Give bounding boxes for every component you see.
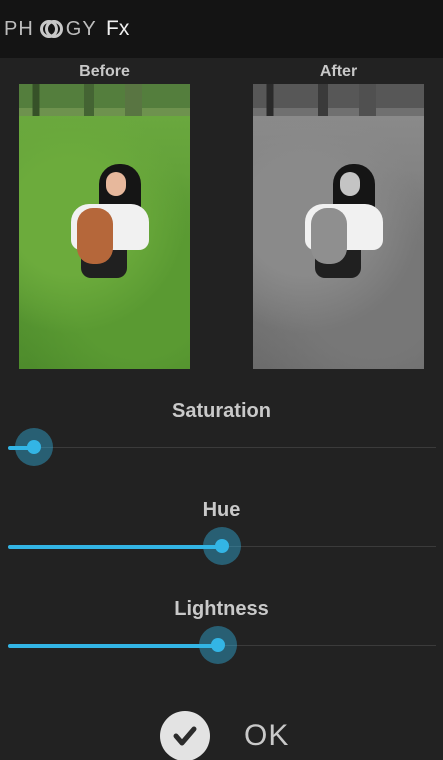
hue-thumb[interactable] <box>203 527 241 565</box>
saturation-thumb[interactable] <box>15 428 53 466</box>
lightness-label: Lightness <box>174 598 269 620</box>
hue-label: Hue <box>202 499 241 521</box>
logo-text-right: GY <box>65 17 97 40</box>
after-photo <box>253 84 424 369</box>
before-photo <box>19 84 190 369</box>
hue-fill <box>8 544 222 549</box>
check-icon[interactable] <box>160 711 210 760</box>
lightness-slider[interactable] <box>8 626 436 664</box>
before-label: Before <box>79 63 130 80</box>
ok-label[interactable]: OK <box>244 719 289 753</box>
hue-slider[interactable] <box>8 527 436 565</box>
saturation-slider[interactable] <box>8 428 436 466</box>
logo-eye-icon <box>36 20 64 38</box>
lightness-fill <box>8 643 218 648</box>
app-root: PH GY Fx Before After Saturation Hue Lig… <box>0 0 443 760</box>
screen-title: Fx <box>106 17 130 40</box>
after-label: After <box>319 63 358 80</box>
lightness-thumb[interactable] <box>199 626 237 664</box>
logo-text-left: PH <box>4 17 34 40</box>
top-bar: PH GY Fx <box>0 0 443 58</box>
ok-button[interactable]: OK <box>160 710 289 760</box>
app-logo: PH GY <box>4 16 97 42</box>
saturation-label: Saturation <box>172 400 271 422</box>
